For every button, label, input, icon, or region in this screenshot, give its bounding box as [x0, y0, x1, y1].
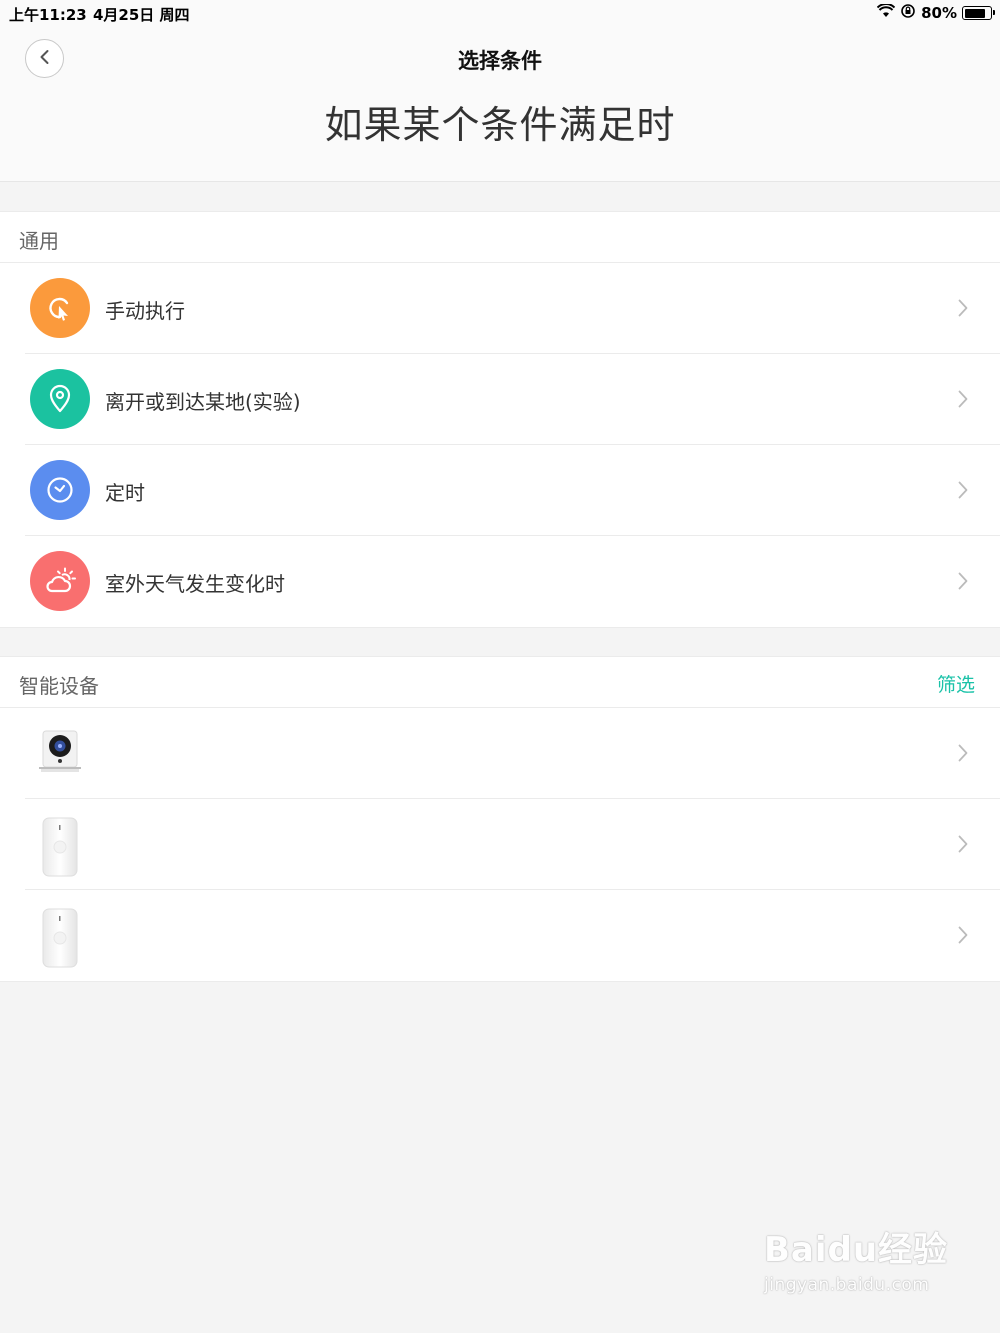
manual-click-icon [30, 278, 90, 338]
devices-section-title: 智能设备 [19, 674, 99, 698]
condition-label: 室外天气发生变化时 [105, 572, 285, 596]
watermark-url: jingyan.baidu.com [764, 1275, 930, 1295]
location-pin-icon [30, 369, 90, 429]
status-right: 80% [876, 3, 995, 23]
chevron-right-icon [958, 390, 968, 412]
watermark-logo: Baidu经验 [764, 1230, 949, 1270]
device-item[interactable] [0, 708, 1000, 799]
device-item[interactable] [0, 799, 1000, 890]
general-section: 通用 手动执行 离开或到达某地(实验) 定时 室外天气发生变化时 [0, 211, 1000, 628]
status-date: 4月25日 周四 [93, 6, 190, 24]
camera-device-icon [38, 726, 82, 782]
chevron-right-icon [958, 481, 968, 503]
page-title: 如果某个条件满足时 [324, 103, 676, 147]
status-time: 上午11:23 [9, 6, 87, 24]
header: 选择条件 如果某个条件满足时 [0, 26, 1000, 182]
nav-title: 选择条件 [458, 49, 542, 73]
devices-section-header: 智能设备 筛选 [0, 657, 1000, 708]
chevron-right-icon [958, 835, 968, 857]
general-section-header: 通用 [0, 212, 1000, 263]
chevron-right-icon [958, 744, 968, 766]
status-bar: 上午11:23 4月25日 周四 80% [0, 0, 1000, 26]
battery-percent: 80% [921, 4, 957, 22]
chevron-right-icon [958, 926, 968, 948]
sensor-device-icon [38, 908, 82, 968]
sensor-device-icon [38, 817, 82, 877]
device-item[interactable] [0, 890, 1000, 981]
condition-location[interactable]: 离开或到达某地(实验) [0, 354, 1000, 445]
condition-weather[interactable]: 室外天气发生变化时 [0, 536, 1000, 627]
general-section-title: 通用 [19, 229, 59, 253]
condition-manual[interactable]: 手动执行 [0, 263, 1000, 354]
clock-icon [30, 460, 90, 520]
rotation-lock-icon [900, 3, 916, 23]
filter-button[interactable]: 筛选 [937, 670, 975, 697]
chevron-right-icon [958, 572, 968, 594]
battery-icon [962, 6, 995, 20]
wifi-icon [876, 3, 896, 22]
chevron-right-icon [958, 299, 968, 321]
condition-label: 手动执行 [105, 299, 185, 323]
condition-label: 定时 [105, 481, 145, 505]
condition-label: 离开或到达某地(实验) [105, 390, 301, 414]
baidu-watermark: Baidu经验 jingyan.baidu.com [764, 1222, 948, 1295]
devices-section: 智能设备 筛选 [0, 656, 1000, 982]
condition-timer[interactable]: 定时 [0, 445, 1000, 536]
weather-icon [30, 551, 90, 611]
